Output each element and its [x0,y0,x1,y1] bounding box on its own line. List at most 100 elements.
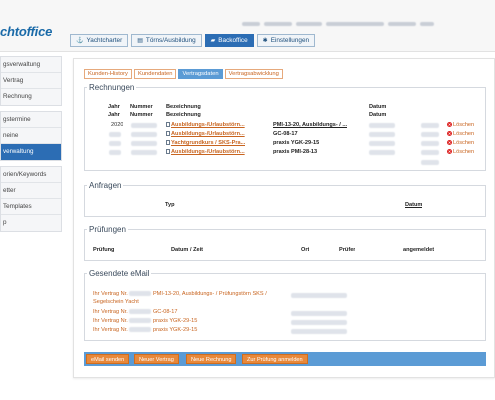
delete-icon: ✕ [447,140,452,146]
sidebar-item[interactable]: gsverwaltung [1,57,61,73]
calendar-icon: ▤ [137,38,143,44]
redacted-number [129,327,152,333]
email-prefix: Ihr Vertrag Nr. [93,309,128,315]
section-title: Gesendete eMail [89,269,150,278]
tab-label: Yachtcharter [86,37,123,44]
col-header-nummer-2: Nummer [130,112,153,118]
user-meta-bar [242,22,495,28]
invoice-link[interactable]: Yachtgrundkurs / SKS-Pra... [166,140,245,146]
redacted-number [131,132,157,137]
email-subject: PMI-13-20, Ausbildungs- / Prüfungstörn S… [152,291,267,297]
tab-toerns-ausbildung[interactable]: ▤ Törns/Ausbildung [131,34,202,47]
document-icon [166,131,170,137]
subtab-vertragsdaten[interactable]: Vertragsdaten [178,69,223,79]
col-header-bezeichnung: Bezeichnung [166,104,201,110]
sidebar-group: gsverwaltung Vertrag Rechnung [0,56,62,106]
tab-label: Einstellungen [270,37,310,44]
col-header-datum: Datum [405,202,423,208]
col-header-angemeldet: angemeldet [403,247,435,253]
sidebar-item[interactable]: gstermine [1,112,61,128]
sidebar-item[interactable]: Vertrag [1,73,61,89]
sidebar: gsverwaltung Vertrag Rechnung gstermine … [0,56,62,396]
section-title: Prüfungen [89,225,126,234]
col-header-datum: Datum [369,104,387,110]
sub-tabs: Kunden-History Kundendaten Vertragsdaten… [84,69,283,79]
sidebar-item-active[interactable]: verwaltung [1,144,61,160]
redacted-amount [421,132,439,137]
document-icon [166,140,170,146]
invoice-title: Ausbildungs-/Urlaubstörn... [171,122,245,128]
new-contract-button[interactable]: Neuer Vertrag [134,354,179,364]
subtab-kundendaten[interactable]: Kundendaten [133,69,177,79]
redacted-total [421,160,439,165]
email-subject: praxis YGK-29-15 [152,327,198,333]
redacted-email [291,329,347,334]
invoice-ref: PMI-13-20, Ausbildungs- / ... [273,122,348,128]
new-invoice-button[interactable]: Neue Rechnung [186,354,237,364]
tab-backoffice[interactable]: ▰ Backoffice [204,34,254,47]
app-logo[interactable]: yachtoffice [0,24,52,39]
sidebar-item[interactable]: p [1,215,61,231]
invoice-year: 2020 [111,122,124,128]
redacted-email [291,293,347,298]
invoice-title: Ausbildungs-/Urlaubstörn... [171,131,245,137]
email-item[interactable]: Ihr Vertrag Nr. PMI-13-20, Ausbildungs- … [93,291,267,297]
sidebar-item[interactable]: Templates [1,199,61,215]
invoice-link[interactable]: Ausbildungs-/Urlaubstörn... [166,149,245,155]
invoice-link[interactable]: Ausbildungs-/Urlaubstörn... [166,131,245,137]
redacted-number [131,150,157,155]
redacted-email [291,320,347,325]
document-icon [166,149,170,155]
invoice-ref: praxis PMI-28-13 [273,149,318,155]
redacted-date [369,123,395,128]
exam-register-button[interactable]: Zur Prüfung anmelden [242,354,308,364]
redacted-year [109,132,121,137]
subtab-kunden-history[interactable]: Kunden-History [84,69,132,79]
tab-label: Törns/Ausbildung [145,37,196,44]
tab-einstellungen[interactable]: ✱ Einstellungen [256,34,316,47]
delete-button[interactable]: ✕ Löschen [447,140,474,146]
folder-icon: ▰ [210,38,216,44]
invoice-link[interactable]: Ausbildungs-/Urlaubstörn... [166,122,245,128]
redacted-year [109,141,121,146]
redacted-amount [421,123,439,128]
redacted-number [129,291,152,297]
col-header-typ: Typ [165,202,175,208]
sidebar-item[interactable]: neine [1,128,61,144]
rechnungen-section: Rechnungen Jahr Nummer Bezeichnung Datum… [84,83,486,171]
email-item[interactable]: Ihr Vertrag Nr. praxis YGK-29-15 [93,318,197,324]
gear-icon: ✱ [262,38,268,44]
send-email-button[interactable]: eMail senden [86,354,130,364]
email-item[interactable]: Ihr Vertrag Nr. GC-08-17 [93,309,178,315]
document-icon [166,122,170,128]
col-header-bezeichnung-2: Bezeichnung [166,112,201,118]
delete-label: Löschen [453,131,475,137]
invoice-title: Ausbildungs-/Urlaubstörn... [171,149,245,155]
redacted-date [369,141,395,146]
logo-text: chtoffice [0,24,53,39]
delete-button[interactable]: ✕ Löschen [447,122,474,128]
gesendete-email-section: Gesendete eMail Ihr Vertrag Nr. PMI-13-2… [84,269,486,341]
sidebar-item[interactable]: etter [1,183,61,199]
anfragen-section: Anfragen Typ Datum [84,181,486,217]
delete-label: Löschen [453,122,475,128]
delete-button[interactable]: ✕ Löschen [447,149,474,155]
invoice-ref: GC-08-17 [273,131,298,137]
col-header-pruefung: Prüfung [93,247,115,253]
sidebar-item[interactable]: orien/Keywords [1,167,61,183]
col-header-datum-2: Datum [369,112,387,118]
redacted-number [131,123,157,128]
redacted-number [129,318,152,324]
email-item[interactable]: Ihr Vertrag Nr. praxis YGK-29-15 [93,327,197,333]
subtab-vertragsabwicklung[interactable]: Vertragsabwicklung [224,69,283,79]
redacted-amount [421,150,439,155]
invoice-ref: praxis YGK-29-15 [273,140,320,146]
email-prefix: Ihr Vertrag Nr. [93,291,128,297]
redacted-amount [421,141,439,146]
sidebar-group: orien/Keywords etter Templates p [0,166,62,232]
section-title: Rechnungen [89,83,135,92]
delete-icon: ✕ [447,131,452,137]
delete-button[interactable]: ✕ Löschen [447,131,474,137]
sidebar-item[interactable]: Rechnung [1,89,61,105]
tab-yachtcharter[interactable]: ⚓ Yachtcharter [70,34,129,47]
